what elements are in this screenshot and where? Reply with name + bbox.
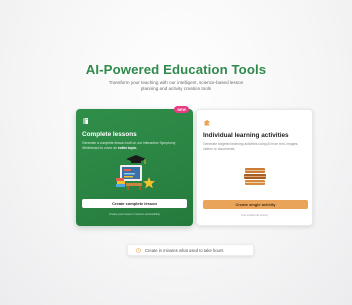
- single-activity-note: One traditional activity: [240, 213, 269, 217]
- individual-activities-card[interactable]: Individual learning activities Generate …: [196, 109, 313, 226]
- complete-lesson-note: Create your lesson in lesson accessibili…: [109, 212, 160, 216]
- stacked-books-icon: [244, 168, 266, 185]
- complete-lessons-description: Generate a complete lesson built on our …: [82, 141, 187, 150]
- individual-activities-title: Individual learning activities: [203, 132, 289, 139]
- individual-activities-description: Generate targeted learning activities us…: [203, 142, 299, 151]
- page-title: AI-Powered Education Tools: [85, 62, 267, 77]
- book-icon: [83, 118, 88, 124]
- clock-icon: [136, 247, 141, 253]
- time-saving-text: Create in minutes what used to take hour…: [145, 247, 224, 253]
- complete-lessons-description-emphasis: entire topic.: [118, 145, 138, 150]
- puzzle-icon: [204, 120, 210, 126]
- complete-lessons-title: Complete lessons: [82, 131, 137, 138]
- page-subtitle: Transform your teaching with our intelli…: [108, 80, 244, 92]
- create-single-activity-button[interactable]: Create single activity: [203, 200, 308, 209]
- complete-lessons-card[interactable]: NEW Complete lessons Generate a complete…: [76, 106, 193, 226]
- time-saving-banner: Create in minutes what used to take hour…: [127, 244, 254, 256]
- create-complete-lesson-button[interactable]: Create complete lesson: [82, 199, 187, 208]
- new-badge: NEW: [174, 106, 189, 113]
- classroom-illustration-icon: [116, 155, 155, 190]
